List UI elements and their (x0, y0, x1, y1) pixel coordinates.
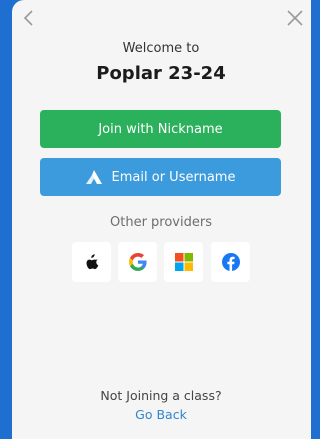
back-button[interactable] (20, 8, 36, 28)
apple-sign-in-button[interactable] (72, 242, 111, 282)
welcome-text: Welcome to (122, 41, 200, 56)
close-button[interactable] (286, 9, 304, 27)
join-with-nickname-label: Join with Nickname (98, 121, 223, 137)
google-icon (128, 253, 147, 271)
microsoft-sign-in-button[interactable] (164, 242, 203, 282)
close-icon (287, 10, 303, 26)
google-sign-in-button[interactable] (118, 242, 157, 282)
apple-icon (86, 254, 98, 270)
join-with-nickname-button[interactable]: Join with Nickname (40, 110, 281, 148)
autodesk-logo-icon (85, 170, 102, 184)
other-providers-label: Other providers (110, 215, 212, 230)
email-or-username-label: Email or Username (111, 169, 236, 185)
microsoft-icon (174, 253, 193, 271)
provider-buttons (72, 242, 252, 282)
go-back-link[interactable]: Go Back (0, 407, 320, 422)
class-title: Poplar 23-24 (96, 63, 226, 84)
not-joining-text: Not Joining a class? (100, 388, 222, 403)
facebook-icon (221, 253, 240, 271)
email-or-username-button[interactable]: Email or Username (40, 158, 281, 196)
facebook-sign-in-button[interactable] (211, 242, 250, 282)
chevron-left-icon (23, 10, 33, 26)
